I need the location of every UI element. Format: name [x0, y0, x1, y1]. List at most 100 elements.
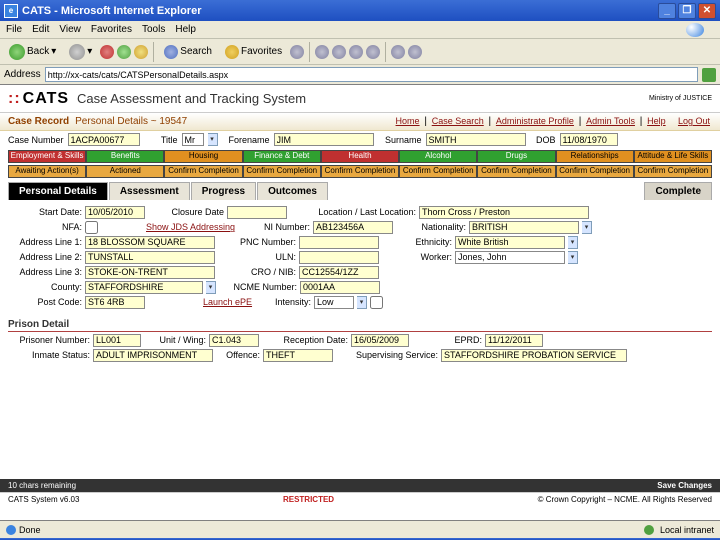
back-button[interactable]: Back ▾	[4, 41, 61, 63]
cro-input[interactable]	[299, 266, 379, 279]
menu-tools[interactable]: Tools	[142, 24, 165, 35]
favorites-button[interactable]: Favorites	[220, 42, 287, 62]
launch-epe-link[interactable]: Launch ePE	[203, 297, 252, 307]
ribs-1: Actioned	[86, 165, 164, 178]
maximize-button[interactable]: ❐	[678, 3, 696, 19]
loc-input[interactable]	[419, 206, 589, 219]
stop-button[interactable]	[100, 45, 114, 59]
tab-complete[interactable]: Complete	[644, 182, 712, 200]
print-button[interactable]	[332, 45, 346, 59]
caseno-input[interactable]	[68, 133, 140, 146]
mail-button[interactable]	[315, 45, 329, 59]
int-dd[interactable]: ▾	[357, 296, 367, 309]
close-button[interactable]: ✕	[698, 3, 716, 19]
nat-dd[interactable]: ▾	[582, 221, 592, 234]
menu-favorites[interactable]: Favorites	[91, 24, 132, 35]
cty-input[interactable]	[85, 281, 203, 294]
start-input[interactable]	[85, 206, 145, 219]
address-input[interactable]	[45, 67, 698, 82]
version-text: CATS System v6.03	[8, 495, 79, 504]
rib-alc[interactable]: Alcohol	[399, 150, 477, 163]
ribs-0: Awaiting Action(s)	[8, 165, 86, 178]
pc-input[interactable]	[85, 296, 145, 309]
discuss-button[interactable]	[366, 45, 380, 59]
ncm-input[interactable]	[300, 281, 380, 294]
search-button[interactable]: Search	[159, 42, 217, 62]
tab-progress[interactable]: Progress	[191, 182, 256, 200]
menu-bar: File Edit View Favorites Tools Help	[0, 21, 720, 39]
star-icon	[225, 45, 239, 59]
menu-help[interactable]: Help	[175, 24, 196, 35]
research-button[interactable]	[408, 45, 422, 59]
page-content: CATS Case Assessment and Tracking System…	[0, 85, 720, 520]
sup-input[interactable]	[441, 349, 627, 362]
unit-input[interactable]	[209, 334, 259, 347]
a3-input[interactable]	[85, 266, 215, 279]
nav-case-search[interactable]: Case Search	[432, 116, 484, 126]
off-input[interactable]	[263, 349, 333, 362]
window-titlebar: e CATS - Microsoft Internet Explorer _ ❐…	[0, 0, 720, 21]
home-button[interactable]	[134, 45, 148, 59]
brand-logo: CATS	[23, 90, 69, 107]
dob-input[interactable]	[560, 133, 618, 146]
edit-button[interactable]	[349, 45, 363, 59]
eth-dd[interactable]: ▾	[568, 236, 578, 249]
go-button[interactable]	[702, 68, 716, 82]
int-input[interactable]	[314, 296, 354, 309]
tab-outcomes[interactable]: Outcomes	[257, 182, 328, 200]
a2-input[interactable]	[85, 251, 215, 264]
wrk-label: Worker:	[382, 252, 452, 262]
stat-input[interactable]	[93, 349, 213, 362]
nav-help[interactable]: Help	[647, 116, 666, 126]
surname-input[interactable]	[426, 133, 526, 146]
pnc-label: PNC Number:	[218, 237, 296, 247]
rib-drg[interactable]: Drugs	[477, 150, 555, 163]
menu-edit[interactable]: Edit	[32, 24, 49, 35]
ni-input[interactable]	[313, 221, 393, 234]
ribs-3: Confirm Completion	[243, 165, 321, 178]
rib-ben[interactable]: Benefits	[86, 150, 164, 163]
brand-header: CATS Case Assessment and Tracking System…	[0, 85, 720, 113]
rec-input[interactable]	[351, 334, 409, 347]
tab-personal[interactable]: Personal Details	[8, 182, 108, 200]
search-icon	[164, 45, 178, 59]
save-changes-button[interactable]: Save Changes	[657, 481, 712, 490]
rib-emp[interactable]: Employment & Skills	[8, 150, 86, 163]
rib-rel[interactable]: Relationships	[556, 150, 634, 163]
cro-label: CRO / NIB:	[218, 267, 296, 277]
rib-hea[interactable]: Health	[321, 150, 399, 163]
nav-admin-profile[interactable]: Administrate Profile	[496, 116, 574, 126]
eprd-input[interactable]	[485, 334, 543, 347]
title-dd[interactable]: ▾	[208, 133, 218, 146]
nav-home[interactable]: Home	[396, 116, 420, 126]
rib-fin[interactable]: Finance & Debt	[243, 150, 321, 163]
rib-hou[interactable]: Housing	[164, 150, 242, 163]
forward-button[interactable]: ▾	[64, 41, 97, 63]
title-input[interactable]	[182, 133, 204, 146]
nav-admin-tools[interactable]: Admin Tools	[586, 116, 635, 126]
wrk-dd[interactable]: ▾	[568, 251, 578, 264]
cty-dd[interactable]: ▾	[206, 281, 216, 294]
nav-logout[interactable]: Log Out	[678, 116, 710, 126]
history-button[interactable]	[290, 45, 304, 59]
minimize-button[interactable]: _	[658, 3, 676, 19]
refresh-button[interactable]	[117, 45, 131, 59]
breadcrumb: Case Record Personal Details ~ 19547 Hom…	[0, 113, 720, 131]
menu-file[interactable]: File	[6, 24, 22, 35]
a1-input[interactable]	[85, 236, 215, 249]
show-jds-link[interactable]: Show JDS Addressing	[146, 222, 235, 232]
pnc-input[interactable]	[299, 236, 379, 249]
pn-input[interactable]	[93, 334, 141, 347]
nfa-checkbox[interactable]	[85, 221, 98, 234]
int-checkbox[interactable]	[370, 296, 383, 309]
wrk-input[interactable]	[455, 251, 565, 264]
rib-att[interactable]: Attitude & Life Skills	[634, 150, 712, 163]
eth-input[interactable]	[455, 236, 565, 249]
uln-input[interactable]	[299, 251, 379, 264]
nat-input[interactable]	[469, 221, 579, 234]
menu-view[interactable]: View	[59, 24, 81, 35]
messenger-button[interactable]	[391, 45, 405, 59]
close-input[interactable]	[227, 206, 287, 219]
forename-input[interactable]	[274, 133, 374, 146]
tab-assessment[interactable]: Assessment	[109, 182, 190, 200]
